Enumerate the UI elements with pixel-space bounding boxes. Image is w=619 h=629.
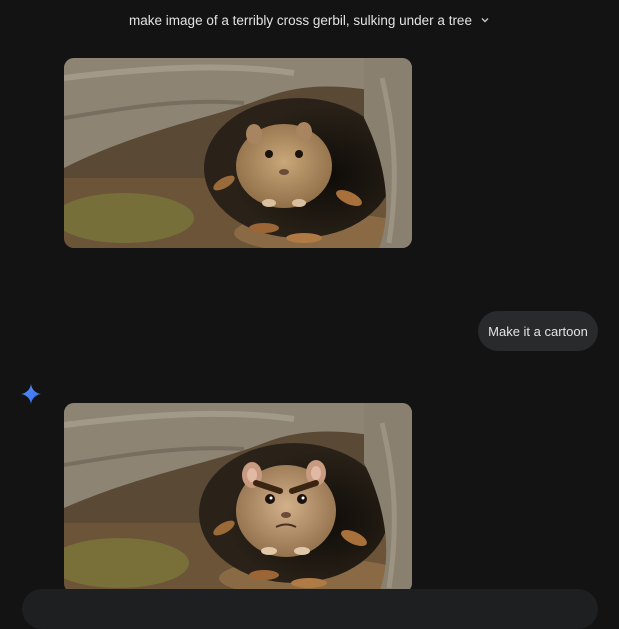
generated-image-1[interactable] — [64, 58, 412, 248]
generated-image-2[interactable] — [64, 403, 412, 593]
conversation-title: make image of a terribly cross gerbil, s… — [129, 12, 472, 28]
gemini-sparkle-icon — [21, 384, 41, 404]
prompt-input-bar[interactable] — [22, 589, 598, 629]
gerbil-photo-image — [64, 58, 412, 248]
chevron-down-icon[interactable] — [480, 15, 490, 25]
user-message-text: Make it a cartoon — [488, 323, 588, 339]
user-message-bubble: Make it a cartoon — [478, 311, 598, 351]
conversation-title-bar[interactable]: make image of a terribly cross gerbil, s… — [0, 0, 619, 40]
cartoon-gerbil-image — [64, 403, 412, 593]
